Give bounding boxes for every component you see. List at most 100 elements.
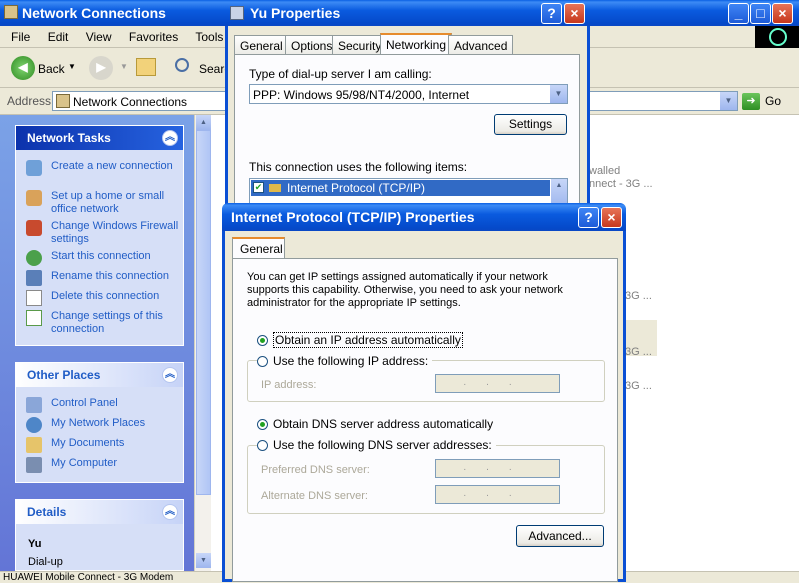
other-places-panel: Other Places ︽ Control Panel My Network … (15, 362, 184, 483)
advanced-button[interactable]: Advanced... (516, 525, 604, 547)
firewall-icon (26, 220, 42, 236)
tab-general[interactable]: General (232, 237, 285, 260)
other-places-header[interactable]: Other Places ︽ (16, 363, 183, 387)
network-tasks-header[interactable]: Network Tasks ︽ (16, 126, 183, 150)
network-places-icon (26, 417, 42, 433)
menu-tools[interactable]: Tools (195, 30, 223, 44)
collapse-chevron-icon[interactable]: ︽ (162, 504, 178, 520)
list-item-text: nnect - 3G ... (589, 178, 653, 190)
task-label: Change Windows Firewall settings (51, 220, 179, 245)
list-item-text: 3G ... (625, 346, 652, 358)
server-type-select[interactable]: PPP: Windows 95/98/NT4/2000, Internet ▼ (249, 84, 568, 104)
task-change-settings[interactable]: Change settings of this connection (26, 310, 183, 336)
tcpip-title: Internet Protocol (TCP/IP) Properties (231, 209, 475, 225)
tcpip-properties-dialog: Internet Protocol (TCP/IP) Properties ? … (222, 203, 626, 582)
task-home-network[interactable]: Set up a home or small office network (26, 190, 183, 216)
list-item-text: walled (589, 165, 621, 177)
control-panel-icon (26, 397, 42, 413)
task-pane-scrollbar[interactable]: ▲ ▼ (194, 115, 211, 571)
menu-favorites[interactable]: Favorites (129, 30, 178, 44)
obtain-dns-auto-label: Obtain DNS server address automatically (273, 417, 494, 431)
task-create-connection[interactable]: Create a new connection (26, 160, 173, 176)
radio-selected-icon[interactable] (257, 335, 268, 346)
use-following-dns-radio[interactable]: Use the following DNS server addresses: (257, 438, 496, 452)
details-header[interactable]: Details ︽ (16, 500, 183, 524)
place-my-computer[interactable]: My Computer (26, 457, 117, 473)
place-my-network-places[interactable]: My Network Places (26, 417, 146, 433)
tab-advanced[interactable]: Advanced (448, 35, 514, 55)
dialup-icon (230, 6, 244, 20)
obtain-dns-auto-radio[interactable]: Obtain DNS server address automatically (257, 417, 493, 431)
address-value: Network Connections (73, 95, 188, 109)
back-dropdown-icon[interactable]: ▼ (68, 62, 76, 71)
list-item-text: 3G ... (625, 290, 652, 302)
network-tasks-panel: Network Tasks ︽ Create a new connection … (15, 125, 184, 346)
tcpip-tab-strip: General (232, 237, 612, 260)
checkbox-checked-icon[interactable]: ✔ (253, 182, 264, 193)
radio-unselected-icon[interactable] (257, 440, 268, 451)
tcpip-close-button[interactable]: × (601, 207, 622, 228)
yu-close-button[interactable]: × (564, 3, 585, 24)
scroll-down-button[interactable]: ▼ (196, 553, 211, 568)
collapse-chevron-icon[interactable]: ︽ (162, 130, 178, 146)
task-label: Change settings of this connection (51, 310, 163, 335)
back-label[interactable]: Back (38, 62, 65, 76)
place-control-panel[interactable]: Control Panel (26, 397, 118, 413)
rename-icon (26, 270, 42, 286)
obtain-ip-auto-label: Obtain an IP address automatically (273, 332, 463, 348)
task-delete-connection[interactable]: Delete this connection (26, 290, 159, 306)
radio-unselected-icon[interactable] (257, 356, 268, 367)
collapse-chevron-icon[interactable]: ︽ (162, 367, 178, 383)
chevron-down-icon[interactable]: ▼ (550, 85, 567, 103)
task-firewall[interactable]: Change Windows Firewall settings (26, 220, 183, 246)
explorer-close-button[interactable]: × (772, 3, 793, 24)
address-folder-icon (56, 94, 70, 108)
alternate-dns-input[interactable]: ... (435, 485, 560, 504)
go-arrow-icon[interactable]: ➜ (742, 93, 760, 110)
yu-properties-titlebar[interactable]: Yu Properties ? × (225, 0, 590, 26)
back-arrow-icon[interactable]: ◀ (11, 56, 35, 80)
maximize-button[interactable]: □ (750, 3, 771, 24)
use-following-ip-radio[interactable]: Use the following IP address: (257, 354, 433, 368)
menu-edit[interactable]: Edit (48, 30, 69, 44)
forward-arrow-icon[interactable]: ▶ (89, 56, 113, 80)
go-label[interactable]: Go (765, 94, 781, 108)
place-my-documents[interactable]: My Documents (26, 437, 124, 453)
place-label: My Network Places (51, 417, 146, 429)
preferred-dns-input[interactable]: ... (435, 459, 560, 478)
tcpip-titlebar[interactable]: Internet Protocol (TCP/IP) Properties ? … (222, 203, 626, 231)
home-network-icon (26, 190, 42, 206)
address-dropdown-button[interactable]: ▼ (720, 92, 737, 110)
ip-address-input[interactable]: ... (435, 374, 560, 393)
search-icon[interactable] (175, 58, 189, 72)
settings-icon (26, 310, 42, 326)
scroll-up-button[interactable]: ▲ (196, 115, 211, 130)
task-label: Create a new connection (51, 160, 173, 172)
help-button[interactable]: ? (578, 207, 599, 228)
list-item[interactable]: ✔ Internet Protocol (TCP/IP) (251, 180, 550, 196)
task-rename-connection[interactable]: Rename this connection (26, 270, 169, 286)
minimize-button[interactable]: _ (728, 3, 749, 24)
radio-selected-icon[interactable] (257, 419, 268, 430)
details-type: Dial-up (28, 556, 63, 568)
forward-dropdown-icon[interactable]: ▼ (120, 62, 128, 71)
settings-button[interactable]: Settings (494, 114, 567, 135)
preferred-dns-label: Preferred DNS server: (261, 464, 370, 476)
task-start-connection[interactable]: Start this connection (26, 250, 151, 266)
explorer-title: Network Connections (22, 5, 166, 21)
scroll-thumb[interactable] (196, 130, 211, 495)
obtain-ip-auto-radio[interactable]: Obtain an IP address automatically (257, 332, 463, 348)
details-title: Details (27, 505, 67, 519)
other-places-title: Other Places (27, 368, 101, 382)
ip-address-label: IP address: (261, 379, 317, 391)
tab-general[interactable]: General (234, 35, 289, 55)
menu-file[interactable]: File (11, 30, 30, 44)
help-button[interactable]: ? (541, 3, 562, 24)
documents-icon (26, 437, 42, 453)
tab-networking[interactable]: Networking (380, 33, 453, 56)
address-label: Address (7, 94, 52, 108)
tab-options[interactable]: Options (285, 35, 339, 55)
menu-view[interactable]: View (86, 30, 112, 44)
tcpip-description: You can get IP settings assigned automat… (247, 271, 563, 309)
up-folder-icon[interactable] (136, 58, 156, 76)
